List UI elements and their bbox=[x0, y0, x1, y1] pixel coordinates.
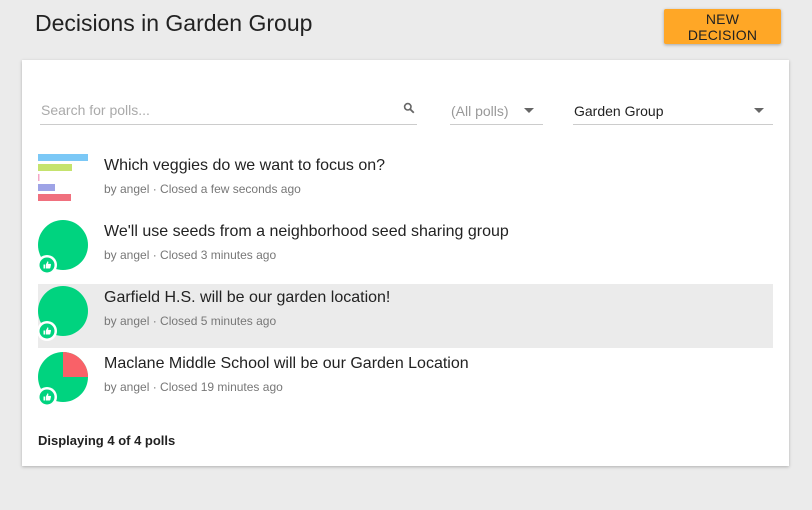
group-filter-select[interactable]: Garden Group bbox=[573, 96, 773, 125]
poll-pie-thumbnail bbox=[38, 286, 88, 341]
result-bar bbox=[38, 164, 72, 171]
poll-author: by angel bbox=[104, 380, 150, 394]
poll-meta: by angel · Closed 5 minutes ago bbox=[104, 314, 277, 328]
poll-title: Which veggies do we want to focus on? bbox=[104, 157, 386, 174]
status-filter-value: (All polls) bbox=[451, 103, 509, 119]
search-input[interactable] bbox=[41, 102, 381, 118]
group-filter-value: Garden Group bbox=[574, 103, 664, 119]
result-bar bbox=[38, 154, 88, 161]
poll-meta: by angel · Closed a few seconds ago bbox=[104, 182, 301, 196]
status-filter-select[interactable]: (All polls) bbox=[450, 96, 543, 125]
poll-author: by angel bbox=[104, 314, 150, 328]
poll-title: Maclane Middle School will be our Garden… bbox=[104, 355, 469, 372]
poll-meta: by angel · Closed 3 minutes ago bbox=[104, 248, 277, 262]
chevron-down-icon bbox=[754, 108, 764, 113]
poll-item[interactable]: Garfield H.S. will be our garden locatio… bbox=[38, 284, 773, 348]
chevron-down-icon bbox=[524, 108, 534, 113]
poll-pie-thumbnail bbox=[38, 352, 88, 407]
poll-item[interactable]: Maclane Middle School will be our Garden… bbox=[38, 350, 773, 414]
poll-pie-thumbnail bbox=[38, 220, 88, 275]
result-bar bbox=[38, 174, 40, 181]
poll-title: Garfield H.S. will be our garden locatio… bbox=[104, 289, 391, 306]
poll-item[interactable]: Which veggies do we want to focus on? by… bbox=[38, 152, 773, 216]
poll-status: Closed 5 minutes ago bbox=[160, 314, 277, 328]
poll-status: Closed 3 minutes ago bbox=[160, 248, 277, 262]
poll-item[interactable]: We'll use seeds from a neighborhood seed… bbox=[38, 218, 773, 282]
search-icon[interactable] bbox=[403, 102, 415, 114]
poll-author: by angel bbox=[104, 248, 150, 262]
poll-title: We'll use seeds from a neighborhood seed… bbox=[104, 223, 509, 240]
page-title: Decisions in Garden Group bbox=[35, 10, 313, 36]
poll-author: by angel bbox=[104, 182, 150, 196]
poll-status: Closed 19 minutes ago bbox=[160, 380, 283, 394]
poll-bar-chart-thumbnail bbox=[38, 154, 88, 201]
search-field[interactable] bbox=[40, 96, 417, 125]
polls-card: (All polls) Garden Group Which veggies d… bbox=[22, 60, 789, 466]
new-decision-button[interactable]: NEW DECISION bbox=[664, 9, 781, 44]
poll-meta: by angel · Closed 19 minutes ago bbox=[104, 380, 283, 394]
result-bar bbox=[38, 194, 71, 201]
poll-status: Closed a few seconds ago bbox=[160, 182, 301, 196]
result-bar bbox=[38, 184, 55, 191]
poll-count: Displaying 4 of 4 polls bbox=[38, 433, 176, 448]
